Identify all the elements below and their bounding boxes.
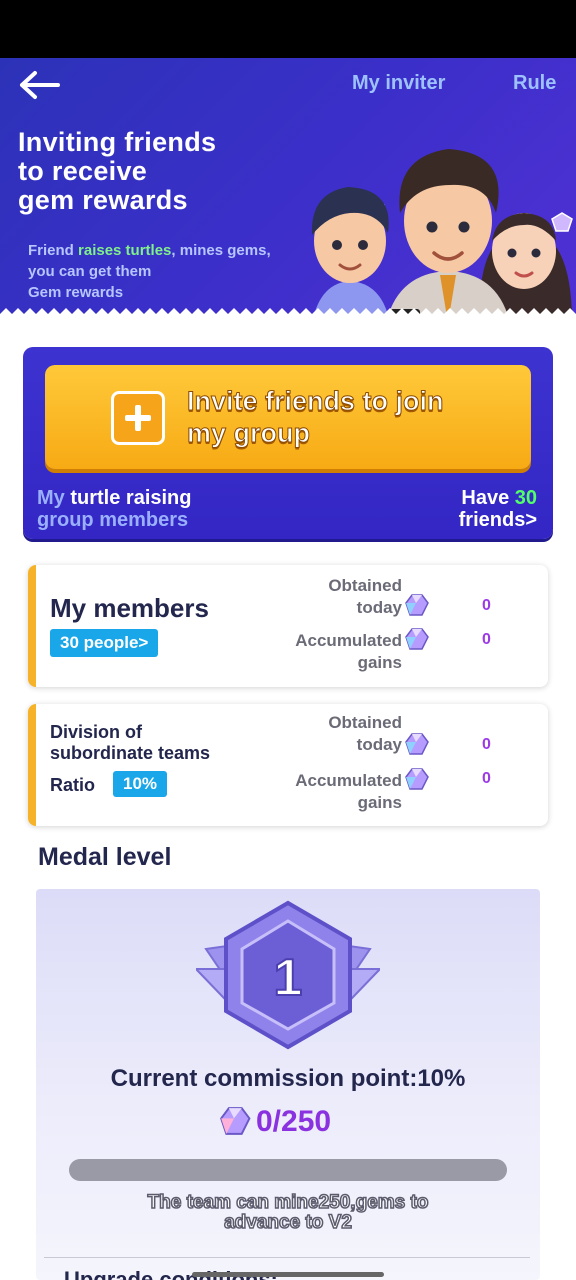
arrow-left-icon[interactable] <box>18 70 62 100</box>
friends-count-link[interactable]: Have 30 friends> <box>459 487 537 531</box>
home-indicator <box>192 1272 384 1277</box>
hero-subtitle: Friend raises turtles, mines gems, you c… <box>28 242 271 301</box>
my-members-title: My members <box>50 593 209 623</box>
accumulated-gains-value: 0 <box>482 770 491 787</box>
gem-icon <box>405 733 429 755</box>
accumulated-gains-value: 0 <box>482 631 491 648</box>
subordinate-teams-card: Division of subordinate teams Ratio 10% … <box>28 704 548 826</box>
group-members-label: My turtle raising group members <box>37 487 192 531</box>
rule-link[interactable]: Rule <box>513 72 556 95</box>
obtained-today-label: Obtained today <box>328 576 402 617</box>
people-count-badge[interactable]: 30 people> <box>50 629 159 657</box>
subordinate-title: Division of subordinate teams <box>50 722 211 763</box>
gem-icon <box>220 1107 251 1135</box>
obtained-today-label: Obtained today <box>328 713 402 754</box>
medal-card: 1 Current commission point:10% 0/250 The… <box>36 889 540 1280</box>
commission-point: Current commission point:10% <box>110 1065 466 1092</box>
characters-illustration <box>311 149 576 320</box>
obtained-today-value: 0 <box>482 736 491 753</box>
accumulated-gains-label: Accumulated gains <box>295 631 402 672</box>
header-banner: My inviter Rule Inviting friends to rece… <box>0 58 576 320</box>
invite-card: Invite friends to join my group My turtl… <box>23 347 553 539</box>
medal-badge-icon: 1 <box>196 900 380 1050</box>
progress-bar <box>69 1159 507 1181</box>
divider <box>44 1257 530 1258</box>
ratio-badge: 10% <box>113 771 168 797</box>
gem-icon <box>405 768 429 790</box>
status-bar <box>0 0 576 58</box>
ratio-label: Ratio <box>50 775 95 795</box>
gem-icon <box>405 594 429 616</box>
invite-friends-button[interactable]: Invite friends to join my group <box>45 365 531 469</box>
advance-instructions: The team can mine250,gems to advance to … <box>147 1192 429 1234</box>
medal-level-number: 1 <box>274 949 303 1007</box>
hero-title: Inviting friends to receive gem rewards <box>18 127 217 215</box>
my-inviter-link[interactable]: My inviter <box>352 72 445 95</box>
my-members-card: My members 30 people> Obtained today 0 A… <box>28 565 548 687</box>
medal-level-heading: Medal level <box>38 843 172 871</box>
plus-icon <box>111 391 165 445</box>
accumulated-gains-label: Accumulated gains <box>295 771 402 812</box>
gem-progress-text: 0/250 <box>256 1105 332 1138</box>
zigzag-divider <box>0 308 576 320</box>
invite-button-label: Invite friends to join my group <box>187 386 445 449</box>
obtained-today-value: 0 <box>482 597 491 614</box>
gem-icon <box>405 628 429 650</box>
